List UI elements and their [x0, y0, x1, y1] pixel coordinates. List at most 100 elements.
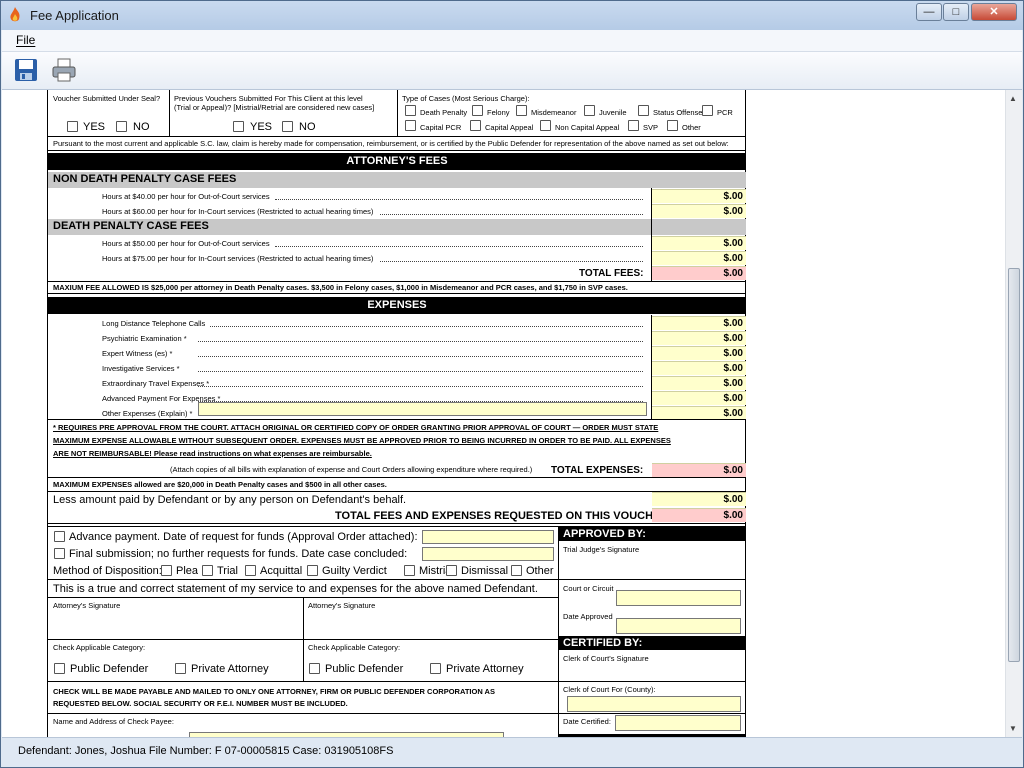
case-type-label: Death Penalty [420, 108, 468, 117]
print-icon[interactable] [50, 56, 78, 84]
case-type-label: PCR [717, 108, 733, 117]
disposition-checkbox[interactable] [161, 565, 172, 576]
disposition-checkbox[interactable] [202, 565, 213, 576]
case-type-label: Non Capital Appeal [555, 123, 620, 132]
less-amount-field[interactable]: $.00 [652, 492, 746, 506]
previous-vouchers-question: Previous Vouchers Submitted For This Cli… [174, 94, 363, 103]
check-category-label: Check Applicable Category: [53, 643, 146, 652]
minimize-button[interactable]: — [916, 3, 942, 21]
expense-row-label: Extraordinary Travel Expenses * [102, 379, 210, 388]
attorney-signature-label: Attorney's Signature [308, 601, 376, 610]
public-defender-checkbox[interactable] [54, 663, 65, 674]
case-type-label: SVP [643, 123, 659, 132]
case-type-checkbox[interactable] [702, 105, 713, 116]
prev-yes-checkbox[interactable] [233, 121, 244, 132]
court-circuit-label: Court or Circuit [563, 584, 614, 593]
date-certified-field[interactable] [615, 715, 741, 731]
fee-amount-field[interactable]: $.00 [652, 236, 746, 250]
total-fees-label: TOTAL FEES: [579, 268, 644, 279]
fee-row-label: Hours at $60.00 per hour for In-Court se… [102, 207, 374, 216]
expense-amount-field[interactable]: $.00 [652, 376, 746, 390]
disposition-checkbox[interactable] [245, 565, 256, 576]
case-type-checkbox[interactable] [472, 105, 483, 116]
public-defender-label: Public Defender [70, 663, 149, 675]
scroll-thumb[interactable] [1008, 268, 1020, 662]
case-concluded-date-field[interactable] [422, 547, 554, 561]
case-type-label: Felony [487, 108, 510, 117]
death-penalty-header: DEATH PENALTY CASE FEES [48, 219, 746, 235]
prev-no-checkbox[interactable] [282, 121, 293, 132]
public-defender-checkbox[interactable] [309, 663, 320, 674]
check-payable-note-2: REQUESTED BELOW. SOCIAL SECURITY OR F.E.… [53, 699, 348, 708]
date-approved-label: Date Approved [563, 612, 613, 621]
final-submission-checkbox[interactable] [54, 548, 65, 559]
disposition-label: Method of Disposition: [53, 565, 162, 577]
seal-question: Voucher Submitted Under Seal? [53, 94, 161, 103]
seal-yes-label: YES [83, 121, 106, 133]
scroll-down-icon[interactable]: ▼ [1009, 724, 1017, 733]
disposition-checkbox[interactable] [446, 565, 457, 576]
disposition-label: Other [526, 565, 554, 577]
case-type-checkbox[interactable] [628, 120, 639, 131]
window-title: Fee Application [30, 8, 119, 23]
disposition-label: Trial [217, 565, 238, 577]
close-button[interactable]: ✕ [971, 3, 1017, 21]
seal-no-checkbox[interactable] [116, 121, 127, 132]
advance-payment-checkbox[interactable] [54, 531, 65, 542]
case-type-label: Other [682, 123, 701, 132]
scroll-up-icon[interactable]: ▲ [1009, 94, 1017, 103]
prev-no-label: NO [299, 121, 316, 133]
expense-amount-field[interactable]: $.00 [652, 331, 746, 345]
expense-row-label: Expert Witness (es) * [102, 349, 173, 358]
case-status-text: Defendant: Jones, Joshua File Number: F … [18, 745, 394, 757]
clerk-county-field[interactable] [567, 696, 741, 712]
case-type-checkbox[interactable] [470, 120, 481, 131]
check-payable-note-1: CHECK WILL BE MADE PAYABLE AND MAILED TO… [53, 687, 495, 696]
maximize-button[interactable]: □ [943, 3, 969, 21]
expense-row-label: Psychiatric Examination * [102, 334, 187, 343]
trial-judge-signature-label: Trial Judge's Signature [563, 545, 640, 554]
max-fee-note: MAXIUM FEE ALLOWED IS $25,000 per attorn… [53, 283, 628, 292]
disposition-checkbox[interactable] [511, 565, 522, 576]
private-attorney-checkbox[interactable] [430, 663, 441, 674]
check-payee-label: Name and Address of Check Payee: [53, 717, 174, 726]
date-approved-field[interactable] [616, 618, 741, 634]
case-type-checkbox[interactable] [405, 105, 416, 116]
fee-amount-field[interactable]: $.00 [652, 251, 746, 265]
case-type-checkbox[interactable] [540, 120, 551, 131]
attach-bills-note: (Attach copies of all bills with explana… [170, 465, 533, 474]
expense-amount-field[interactable]: $.00 [652, 361, 746, 375]
case-type-checkbox[interactable] [584, 105, 595, 116]
case-type-label: Capital PCR [420, 123, 462, 132]
expense-amount-field[interactable]: $.00 [652, 346, 746, 360]
case-type-checkbox[interactable] [405, 120, 416, 131]
menu-file[interactable]: File [16, 33, 35, 47]
advance-date-field[interactable] [422, 530, 554, 544]
form-viewport[interactable]: Voucher Submitted Under Seal? YES NO Pre… [2, 90, 1022, 737]
dotted-leader [210, 326, 643, 327]
save-icon[interactable] [12, 56, 40, 84]
case-type-checkbox[interactable] [516, 105, 527, 116]
seal-yes-checkbox[interactable] [67, 121, 78, 132]
fee-amount-field[interactable]: $.00 [652, 204, 746, 218]
title-bar[interactable]: Fee Application — □ ✕ [1, 1, 1023, 30]
case-type-checkbox[interactable] [638, 105, 649, 116]
advance-payment-label: Advance payment. Date of request for fun… [69, 531, 418, 543]
disposition-checkbox[interactable] [404, 565, 415, 576]
clerk-signature-label: Clerk of Court's Signature [563, 654, 649, 663]
approved-by-header: APPROVED BY: [559, 527, 746, 541]
expense-amount-field[interactable]: $.00 [652, 406, 746, 420]
expense-row-label: Investigative Services * [102, 364, 180, 373]
fee-amount-field[interactable]: $.00 [652, 189, 746, 203]
expense-row-label: Long Distance Telephone Calls [102, 319, 206, 328]
other-expenses-explain-field[interactable] [198, 402, 647, 416]
case-type-checkbox[interactable] [667, 120, 678, 131]
case-type-label: Juvenile [599, 108, 627, 117]
expense-amount-field[interactable]: $.00 [652, 391, 746, 405]
disposition-checkbox[interactable] [307, 565, 318, 576]
expense-amount-field[interactable]: $.00 [652, 316, 746, 330]
fee-form: Voucher Submitted Under Seal? YES NO Pre… [47, 90, 746, 737]
vertical-scrollbar[interactable]: ▲ ▼ [1005, 90, 1022, 737]
private-attorney-checkbox[interactable] [175, 663, 186, 674]
court-circuit-field[interactable] [616, 590, 741, 606]
